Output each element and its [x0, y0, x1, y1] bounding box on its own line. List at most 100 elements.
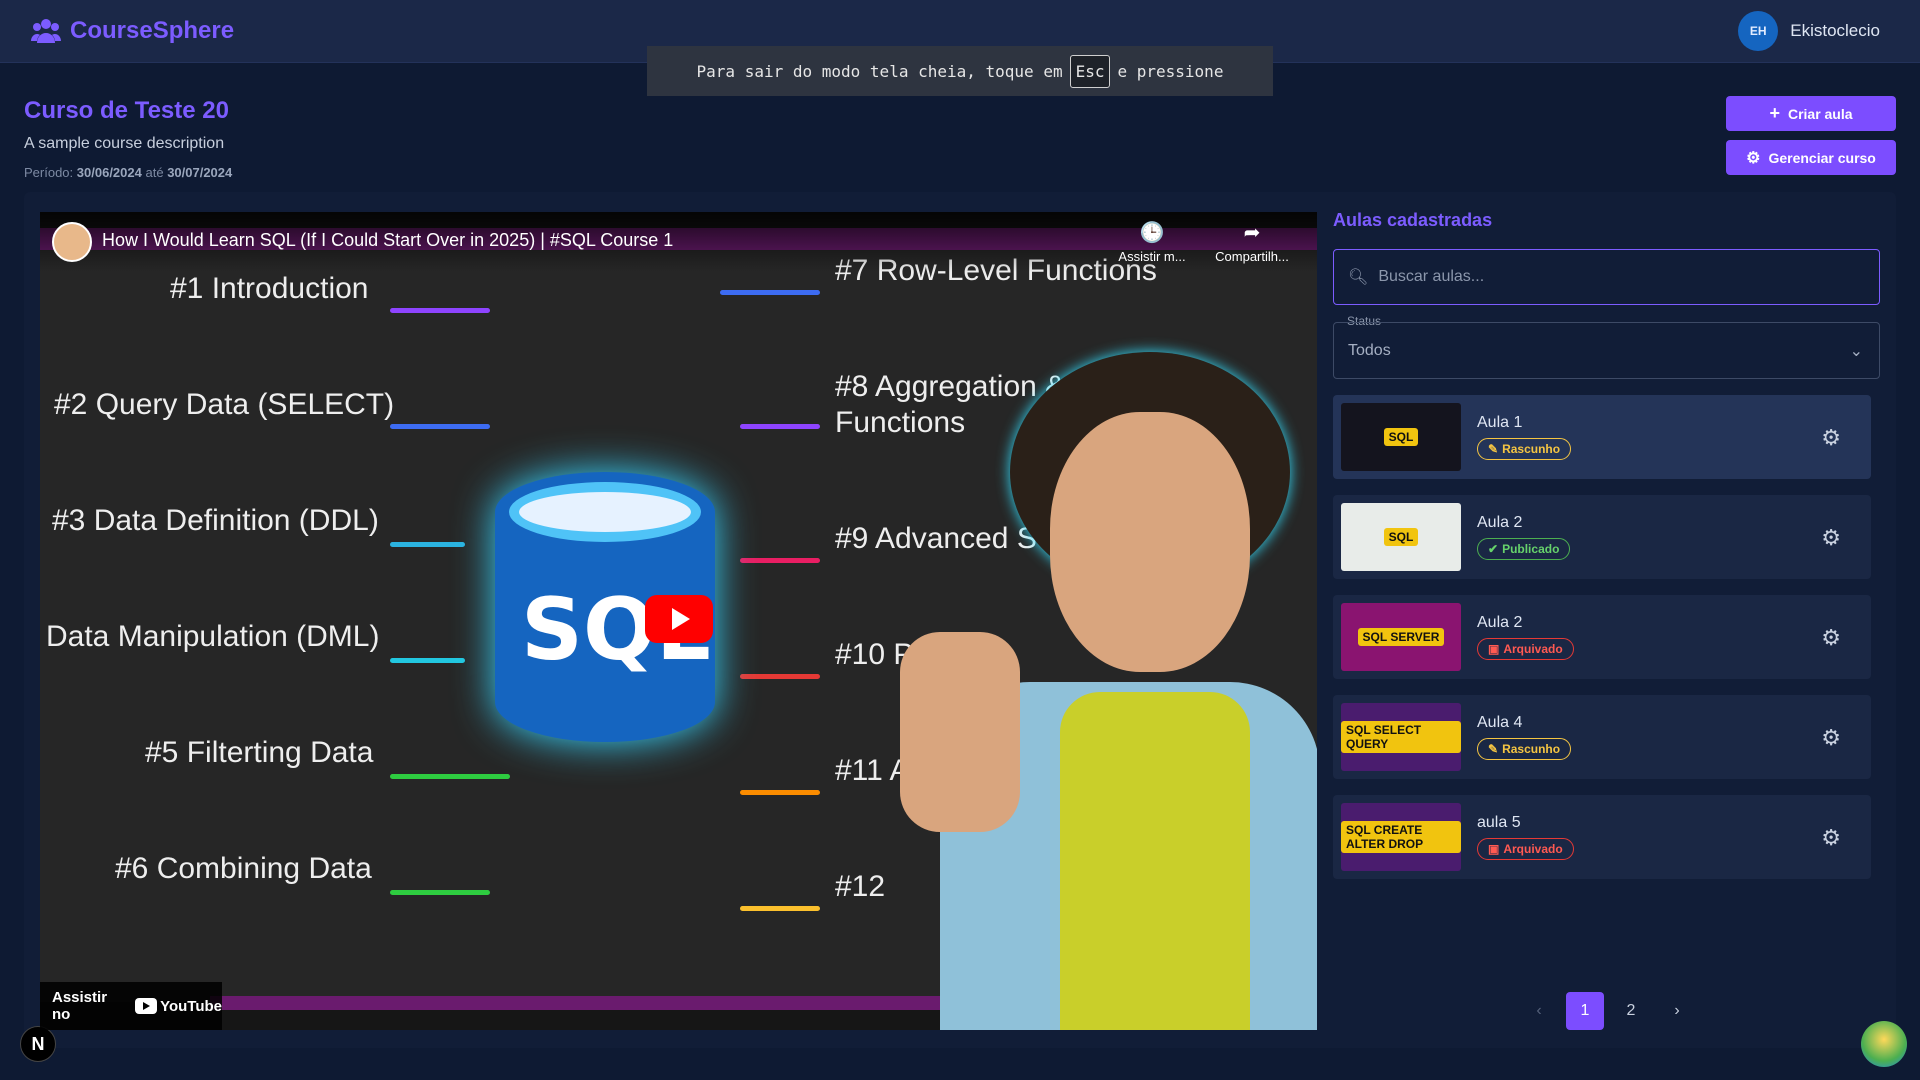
- topic-1: #1 Introduction: [170, 272, 369, 305]
- status-value: Todos: [1348, 341, 1391, 359]
- thumbnail-text: SQL CREATE ALTER DROP: [1341, 821, 1461, 853]
- toast-text-before: Para sair do modo tela cheia, toque em: [696, 61, 1063, 81]
- brand-name: CourseSphere: [70, 17, 235, 44]
- mindmap-line: [390, 774, 510, 779]
- lesson-thumbnail: SQL SELECT QUERY: [1341, 703, 1461, 771]
- lesson-item[interactable]: SQL SERVER Aula 2 ▣ Arquivado ⚙: [1333, 595, 1871, 679]
- video-title[interactable]: How I Would Learn SQL (If I Could Start …: [102, 230, 673, 251]
- youtube-play-icon: [135, 998, 158, 1014]
- course-description: A sample course description: [24, 135, 225, 152]
- share-button[interactable]: ➦ Compartilh...: [1212, 220, 1292, 264]
- watch-later-button[interactable]: 🕒 Assistir m...: [1112, 220, 1192, 264]
- thumbnail-text: SQL SERVER: [1357, 628, 1445, 646]
- archive-icon: ▣: [1488, 642, 1500, 656]
- check-circle-icon: ✔: [1488, 542, 1499, 556]
- course-title: Curso de Teste 20: [24, 97, 229, 124]
- lesson-item[interactable]: SQL CREATE ALTER DROP aula 5 ▣ Arquivado …: [1333, 795, 1871, 879]
- youtube-logo: YouTube: [135, 998, 222, 1015]
- status-badge: ✎ Rascunho: [1477, 738, 1572, 760]
- prev-page-button[interactable]: ‹: [1520, 992, 1558, 1030]
- status-text: Arquivado: [1503, 842, 1563, 856]
- lesson-item[interactable]: SQL Aula 1 ✎ Rascunho ⚙: [1333, 395, 1871, 479]
- clock-icon: 🕒: [1139, 222, 1165, 244]
- period-label: Período:: [24, 165, 74, 180]
- users-group-icon: [31, 19, 61, 43]
- page-button-1[interactable]: 1: [1566, 992, 1604, 1030]
- thumbnail-text: SQL: [1383, 428, 1419, 446]
- play-button[interactable]: [645, 595, 713, 643]
- thumbs-up: [900, 632, 1020, 832]
- period-until: até: [145, 165, 164, 180]
- mindmap-line: [740, 674, 820, 679]
- gear-icon[interactable]: ⚙: [1821, 525, 1841, 551]
- status-badge: ▣ Arquivado: [1477, 838, 1574, 860]
- fullscreen-toast: Para sair do modo tela cheia, toque em E…: [647, 46, 1273, 96]
- thumbnail-text: SQL: [1383, 528, 1419, 546]
- status-badge: ✔ Publicado: [1477, 538, 1571, 560]
- channel-avatar[interactable]: [52, 222, 92, 262]
- avatar[interactable]: EH: [1738, 11, 1779, 51]
- manage-course-label: Gerenciar curso: [1768, 149, 1876, 166]
- status-badge: ✎ Rascunho: [1477, 438, 1572, 460]
- lesson-name: aula 5: [1477, 814, 1521, 831]
- archive-icon: ▣: [1488, 842, 1500, 856]
- topic-4: Data Manipulation (DML): [46, 620, 380, 653]
- period-end: 30/07/2024: [167, 165, 233, 180]
- user-menu[interactable]: EH Ekistoclecio: [1738, 11, 1880, 51]
- watch-on-label: Assistir no: [52, 989, 108, 1023]
- corner-avatar[interactable]: [1861, 1021, 1907, 1067]
- watch-later-label: Assistir m...: [1118, 249, 1186, 264]
- gear-icon: ⚙: [1746, 149, 1761, 167]
- share-label: Compartilh...: [1215, 249, 1289, 264]
- mindmap-line: [740, 906, 820, 911]
- presenter-face: [1050, 412, 1250, 672]
- search-icon: 🔍︎: [1348, 269, 1369, 286]
- pencil-icon: ✎: [1488, 742, 1499, 756]
- mindmap-line: [390, 542, 465, 547]
- lesson-thumbnail: SQL: [1341, 503, 1461, 571]
- thumbnail-text: SQL SELECT QUERY: [1341, 721, 1461, 753]
- lesson-thumbnail: SQL SERVER: [1341, 603, 1461, 671]
- gear-icon[interactable]: ⚙: [1821, 725, 1841, 751]
- lessons-title: Aulas cadastradas: [1333, 210, 1493, 230]
- mindmap-line: [390, 308, 490, 313]
- plus-icon: +: [1769, 103, 1780, 123]
- lesson-name: Aula 2: [1477, 614, 1523, 631]
- nextjs-dev-badge[interactable]: N: [20, 1026, 56, 1062]
- mindmap-line: [720, 290, 820, 295]
- mindmap-line: [390, 424, 490, 429]
- gear-icon[interactable]: ⚙: [1821, 425, 1841, 451]
- gear-icon[interactable]: ⚙: [1821, 625, 1841, 651]
- status-text: Rascunho: [1502, 442, 1561, 456]
- create-lesson-label: Criar aula: [1787, 105, 1853, 122]
- video-top-bar: How I Would Learn SQL (If I Could Start …: [40, 212, 1317, 272]
- lesson-thumbnail: SQL: [1341, 403, 1461, 471]
- lesson-item[interactable]: SQL Aula 2 ✔ Publicado ⚙: [1333, 495, 1871, 579]
- topic-3: #3 Data Definition (DDL): [52, 504, 379, 537]
- toast-text-after: e pressione: [1117, 61, 1224, 81]
- brand[interactable]: CourseSphere: [30, 15, 234, 47]
- lesson-thumbnail: SQL CREATE ALTER DROP: [1341, 803, 1461, 871]
- watch-on-youtube-button[interactable]: Assistir no YouTube: [40, 982, 222, 1030]
- topic-12: #12: [835, 870, 886, 903]
- lesson-name: Aula 1: [1477, 414, 1523, 431]
- next-page-button[interactable]: ›: [1658, 992, 1696, 1030]
- lesson-search-input[interactable]: 🔍︎ Buscar aulas...: [1333, 249, 1880, 305]
- gear-icon[interactable]: ⚙: [1821, 825, 1841, 851]
- user-name: Ekistoclecio: [1790, 21, 1880, 40]
- page-button-2[interactable]: 2: [1612, 992, 1650, 1030]
- share-icon: ➦: [1243, 222, 1261, 244]
- status-text: Rascunho: [1502, 742, 1561, 756]
- status-select[interactable]: Todos ⌄: [1333, 322, 1880, 379]
- topic-6: #6 Combining Data: [115, 852, 372, 885]
- status-badge: ▣ Arquivado: [1477, 638, 1574, 660]
- create-lesson-button[interactable]: + Criar aula: [1726, 96, 1896, 131]
- video-player[interactable]: How I Would Learn SQL (If I Could Start …: [40, 212, 1317, 1030]
- presenter-shirt: [1060, 692, 1250, 1030]
- esc-key: Esc: [1069, 54, 1111, 88]
- lesson-item[interactable]: SQL SELECT QUERY Aula 4 ✎ Rascunho ⚙: [1333, 695, 1871, 779]
- manage-course-button[interactable]: ⚙ Gerenciar curso: [1726, 140, 1896, 175]
- mindmap-line: [740, 790, 820, 795]
- topic-2: #2 Query Data (SELECT): [54, 388, 395, 421]
- chevron-down-icon: ⌄: [1849, 342, 1863, 360]
